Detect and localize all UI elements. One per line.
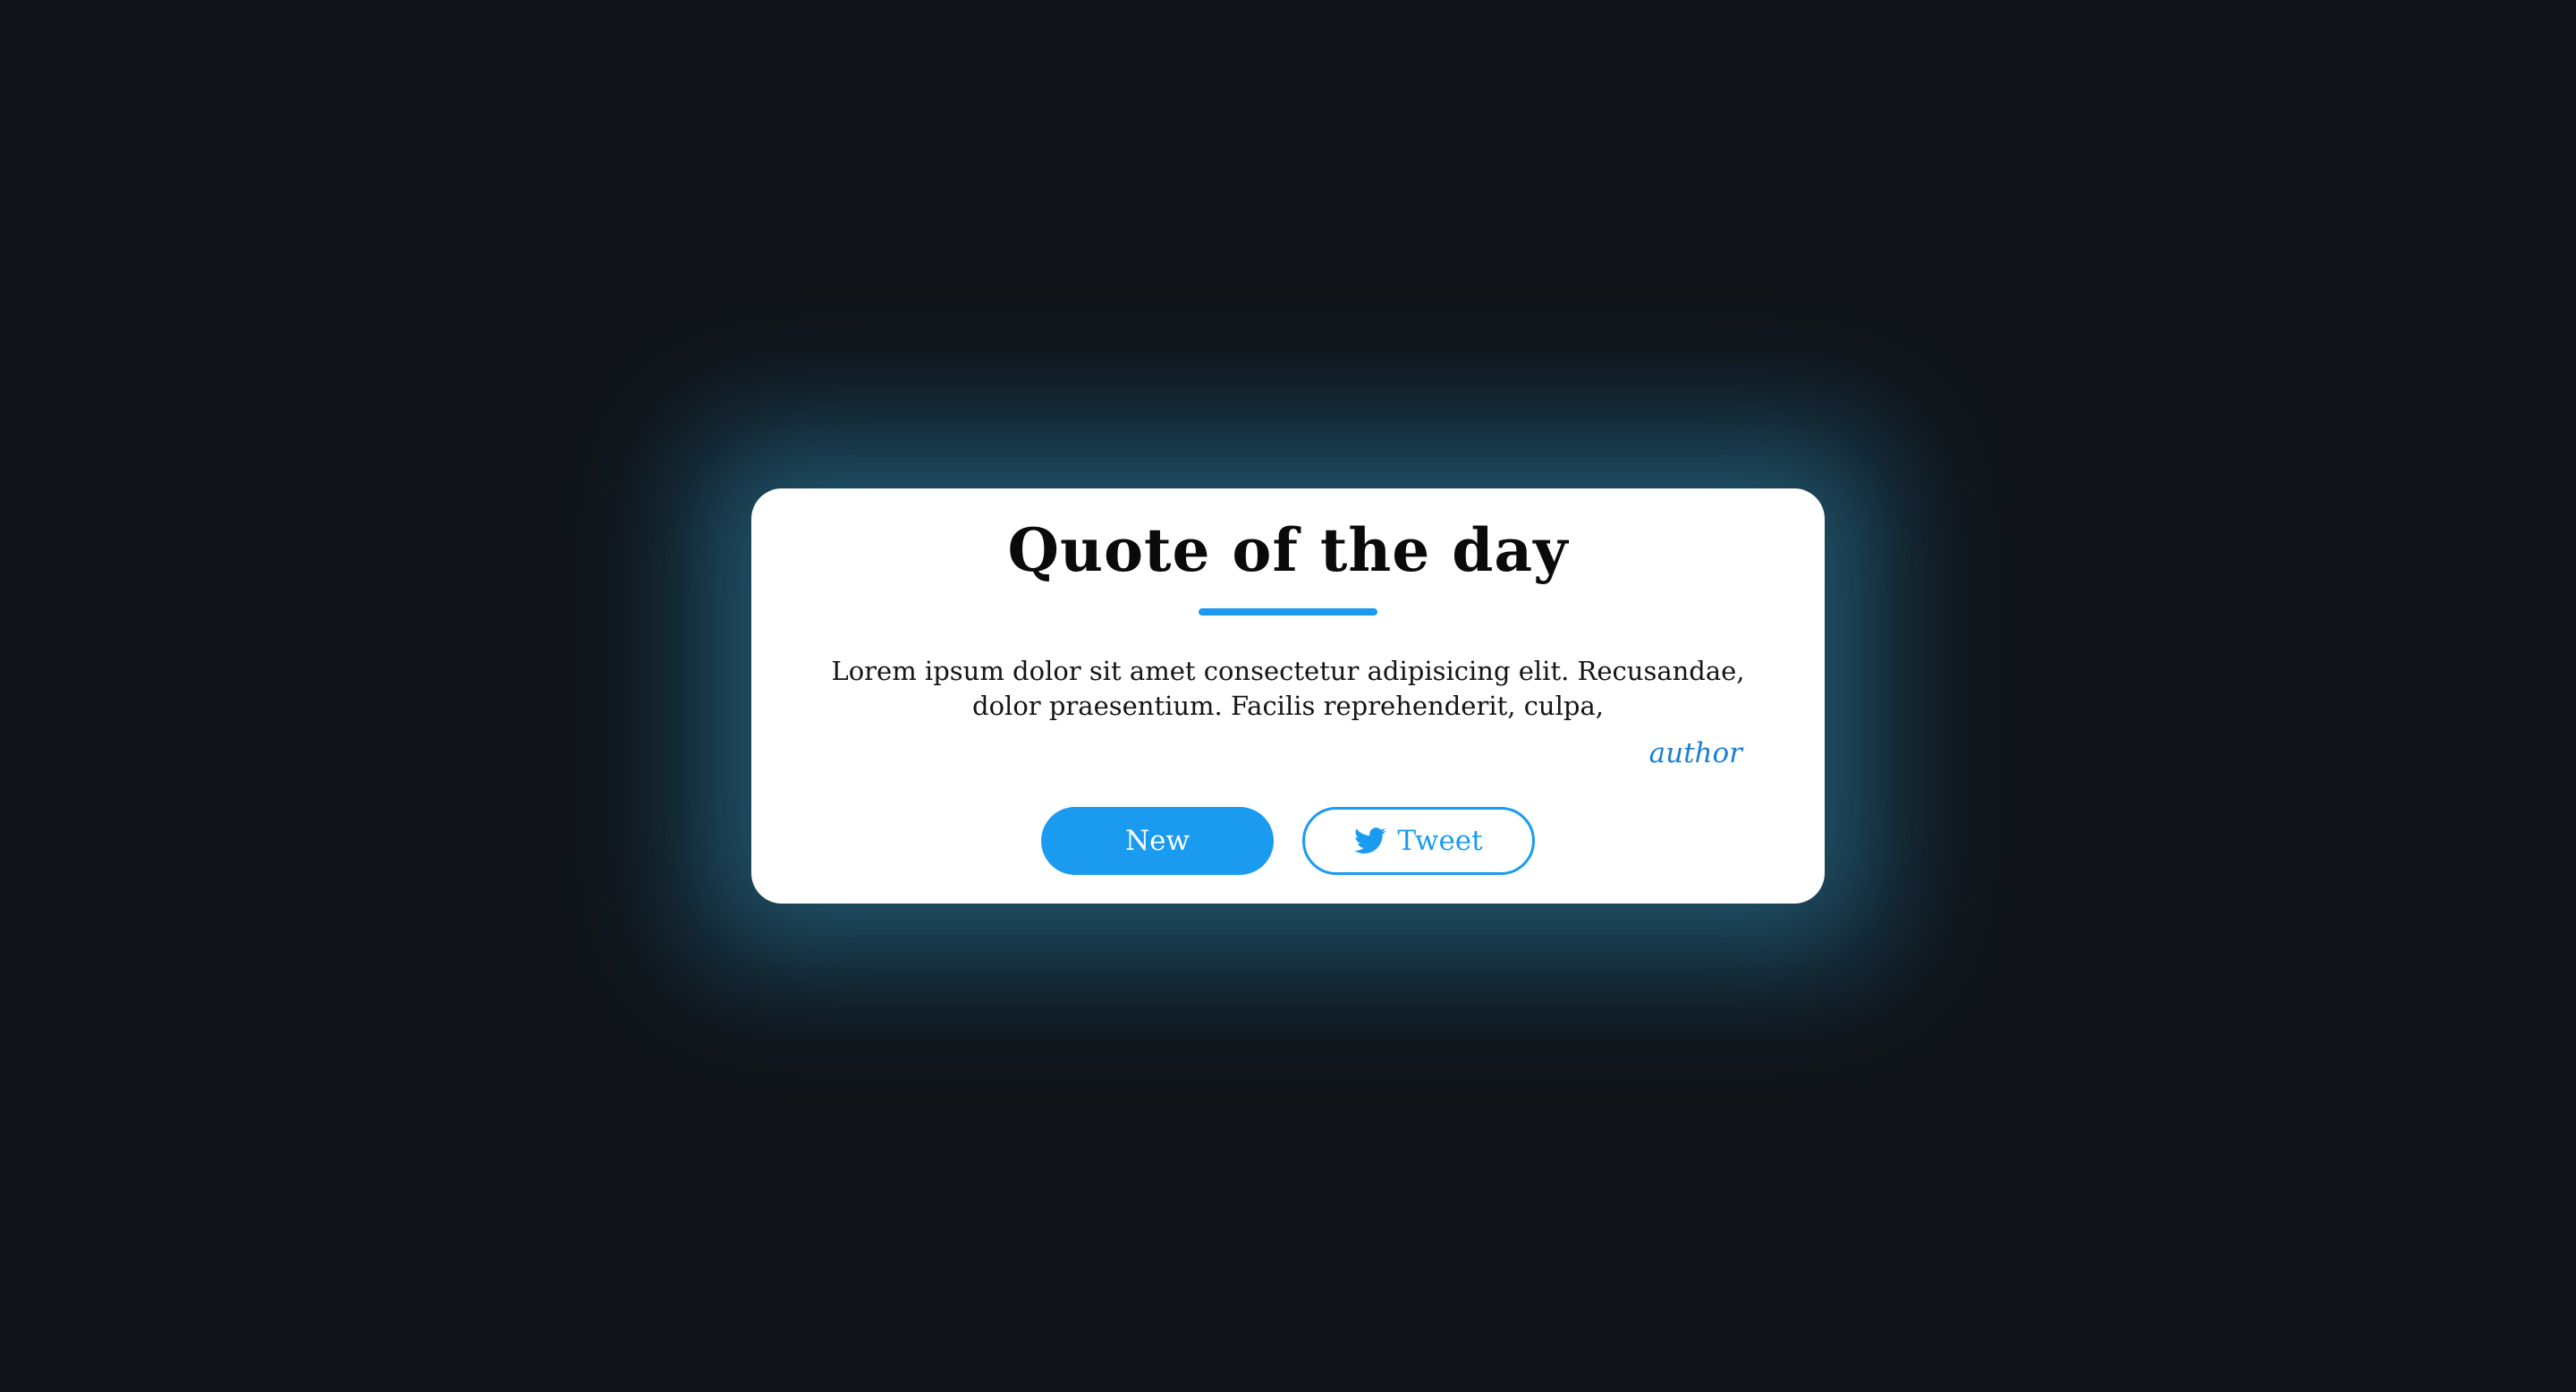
quote-author: author (1648, 737, 1742, 769)
title-underline (1199, 608, 1377, 615)
tweet-button[interactable]: Tweet (1302, 807, 1535, 875)
quote-text: Lorem ipsum dolor sit amet consectetur a… (831, 656, 1745, 721)
twitter-bird-icon (1354, 828, 1386, 854)
new-quote-button[interactable]: New (1041, 807, 1274, 875)
quote-card: Quote of the day Lorem ipsum dolor sit a… (751, 488, 1825, 904)
tweet-button-label: Tweet (1397, 825, 1483, 857)
new-quote-button-label: New (1124, 825, 1190, 857)
card-title: Quote of the day (1007, 515, 1569, 585)
